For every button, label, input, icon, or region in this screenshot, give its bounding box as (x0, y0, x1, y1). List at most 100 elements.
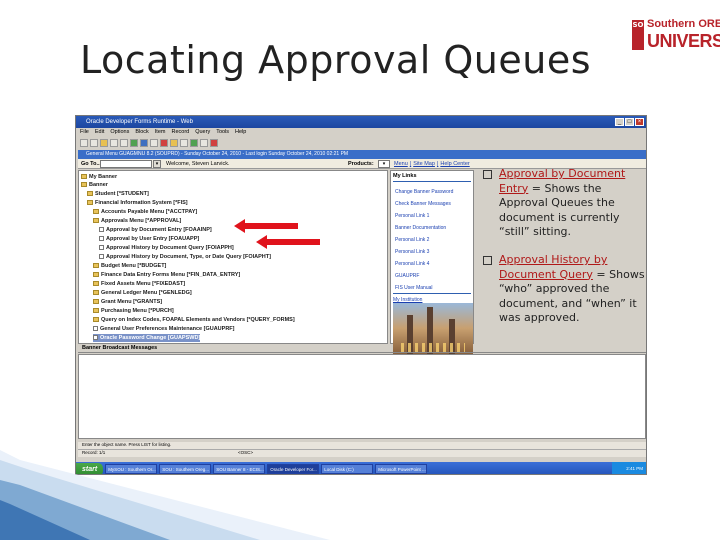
spire (449, 319, 455, 359)
tree-item[interactable]: Query on Index Codes, FOAPAL Elements an… (93, 316, 295, 324)
decorative-swoosh (0, 450, 330, 540)
link-personal-3[interactable]: Personal Link 3 (395, 249, 429, 255)
products-dropdown[interactable]: ▾ (378, 160, 390, 168)
menu-tree: My Banner Banner Student [*STUDENT] Fina… (78, 170, 388, 344)
folder-icon (87, 200, 93, 206)
folder-icon (93, 317, 99, 323)
help-icon[interactable] (200, 139, 208, 147)
broadcast-heading: Banner Broadcast Messages (78, 345, 646, 353)
menu-item[interactable]: Item (155, 128, 166, 137)
folder-icon (93, 272, 99, 278)
links-heading: My Links (393, 173, 417, 179)
link-personal-1[interactable]: Personal Link 1 (395, 213, 429, 219)
menu-edit[interactable]: Edit (95, 128, 104, 137)
folder-icon (93, 281, 99, 287)
link-personal-2[interactable]: Personal Link 2 (395, 237, 429, 243)
insert-icon[interactable] (150, 139, 158, 147)
menu-tools[interactable]: Tools (216, 128, 229, 137)
tree-item[interactable]: Budget Menu [*BUDGET] (93, 262, 166, 270)
delete-icon[interactable] (160, 139, 168, 147)
close-icon[interactable]: × (635, 118, 644, 126)
maximize-icon[interactable]: □ (625, 118, 634, 126)
tree-item[interactable]: Grant Menu [*GRANTS] (93, 298, 162, 306)
taskbar-item[interactable]: Microsoft PowerPoint ... (375, 464, 428, 474)
chevron-down-icon[interactable]: ▾ (153, 160, 161, 168)
folder-icon (81, 174, 87, 180)
menu-help[interactable]: Help (235, 128, 246, 137)
toolbar (76, 137, 646, 149)
logo-seal: SO (632, 20, 644, 50)
menu-record[interactable]: Record (171, 128, 189, 137)
document-icon (99, 227, 104, 233)
document-icon (99, 245, 104, 251)
folder-icon (87, 191, 93, 197)
menu-link[interactable]: Menu (394, 161, 408, 167)
link-separator: | (436, 161, 439, 167)
tree-item[interactable]: Approval History by Document, Type, or D… (99, 253, 271, 261)
link-fis-manual[interactable]: FIS User Manual (395, 285, 433, 291)
goto-input[interactable] (100, 160, 152, 168)
next-icon[interactable] (130, 139, 138, 147)
tree-item[interactable]: Approval by Document Entry [FOAAINP] (99, 226, 212, 234)
copy-icon[interactable] (110, 139, 118, 147)
save-icon[interactable] (80, 139, 88, 147)
link-check-messages[interactable]: Check Banner Messages (395, 201, 451, 207)
bullet-title: Approval History by Document Query (499, 253, 608, 281)
link-banner-documentation[interactable]: Banner Documentation (395, 225, 446, 231)
tree-item[interactable]: Approvals Menu [*APPROVAL] (93, 217, 181, 225)
university-logo: SO Southern OREGON UNIVERSITY (632, 14, 720, 58)
tree-item[interactable]: General Ledger Menu [*GENLEDG] (93, 289, 192, 297)
form-title: General Menu GUAGMNU 8.2 (SOUPRD) - Sund… (78, 150, 646, 159)
checkbox-icon (483, 256, 492, 265)
broadcast-area (78, 354, 646, 439)
bullet-approval-by-document: Approval by Document Entry = Shows the A… (483, 167, 653, 240)
tree-item[interactable]: Financial Information System [*FIS] (87, 199, 188, 207)
divider (393, 181, 471, 182)
tree-item[interactable]: Approval by User Entry [FOAUAPP] (99, 235, 199, 243)
folder-icon[interactable] (100, 139, 108, 147)
document-icon (99, 236, 104, 242)
paste-icon[interactable] (120, 139, 128, 147)
minimize-icon[interactable]: _ (615, 118, 624, 126)
execute-icon[interactable] (190, 139, 198, 147)
tree-item[interactable]: Accounts Payable Menu [*ACCTPAY] (93, 208, 197, 216)
my-links-panel: My Links Change Banner Password Check Ba… (390, 170, 474, 359)
document-icon (99, 254, 104, 260)
document-icon (93, 326, 98, 332)
tree-item[interactable]: My Banner (81, 173, 117, 181)
menu-query[interactable]: Query (195, 128, 210, 137)
menu-file[interactable]: File (80, 128, 89, 137)
document-icon (93, 335, 98, 341)
tree-item-selected[interactable]: Oracle Password Change [GUAPSWD] (93, 334, 201, 342)
menu-options[interactable]: Options (110, 128, 129, 137)
link-change-password[interactable]: Change Banner Password (395, 189, 453, 195)
welcome-text: Welcome, Steven Larvick. (166, 161, 230, 167)
tree-item[interactable]: Approval History by Document Query [FOIA… (99, 244, 234, 252)
site-map-link[interactable]: Site Map (413, 161, 435, 167)
goto-label: Go To... (81, 161, 102, 167)
tree-item[interactable]: Fixed Assets Menu [*FIXEDAST] (93, 280, 185, 288)
link-separator: | (409, 161, 412, 167)
link-personal-4[interactable]: Personal Link 4 (395, 261, 429, 267)
clock: 2:41 PM (612, 462, 646, 474)
print-icon[interactable] (90, 139, 98, 147)
tree-item[interactable]: Banner (81, 181, 108, 189)
link-guauprf[interactable]: GUAUPRF (395, 273, 419, 279)
folder-icon (93, 209, 99, 215)
help-center-link[interactable]: Help Center (440, 161, 469, 167)
exit-icon[interactable] (210, 139, 218, 147)
previous-icon[interactable] (140, 139, 148, 147)
folder-icon (93, 263, 99, 269)
folder-icon (81, 182, 87, 188)
tree-item[interactable]: General User Preferences Maintenance [GU… (93, 325, 235, 333)
menu-block[interactable]: Block (135, 128, 148, 137)
list-icon[interactable] (180, 139, 188, 147)
menu-bar: File Edit Options Block Item Record Quer… (76, 128, 646, 137)
tree-item[interactable]: Finance Data Entry Forms Menu [*FIN_DATA… (93, 271, 240, 279)
top-links: Menu | Site Map | Help Center (394, 161, 470, 167)
divider (393, 293, 471, 294)
tree-item[interactable]: Purchasing Menu [*PURCH] (93, 307, 174, 315)
logo-top-text: Southern OREGON (647, 18, 720, 30)
tree-item[interactable]: Student [*STUDENT] (87, 190, 149, 198)
search-icon[interactable] (170, 139, 178, 147)
